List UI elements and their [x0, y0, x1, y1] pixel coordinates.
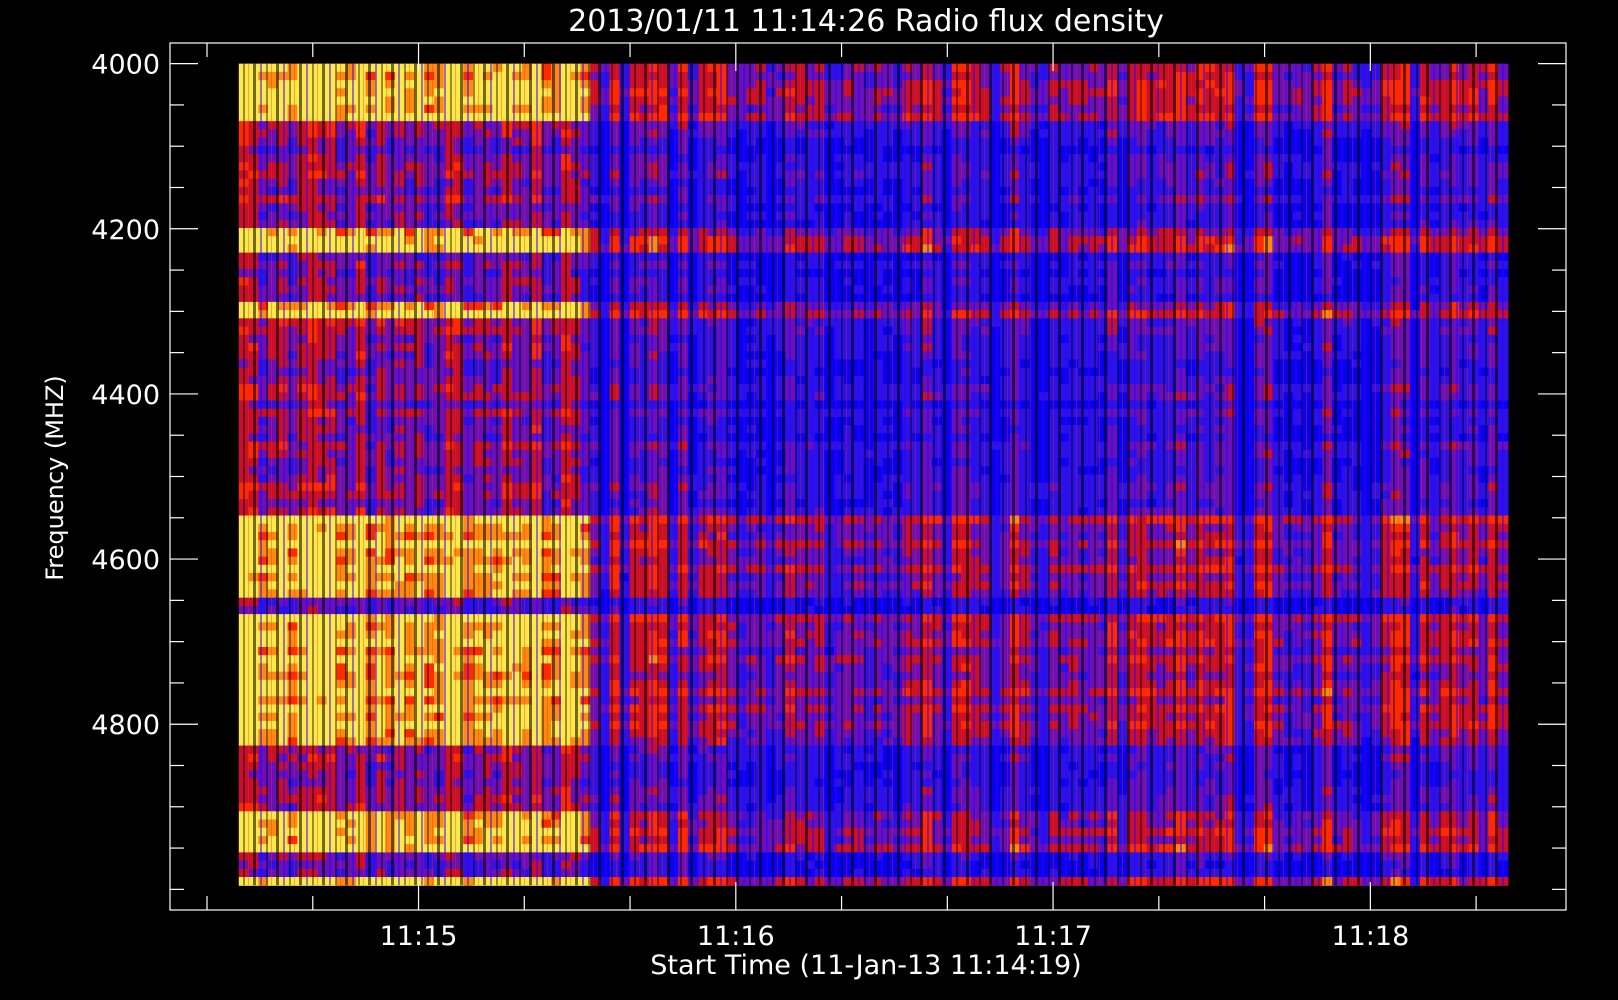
radio-spectrogram-plot: 4000420044004600480011:15 11:16 11:17 11:18… — [41, 4, 1567, 981]
